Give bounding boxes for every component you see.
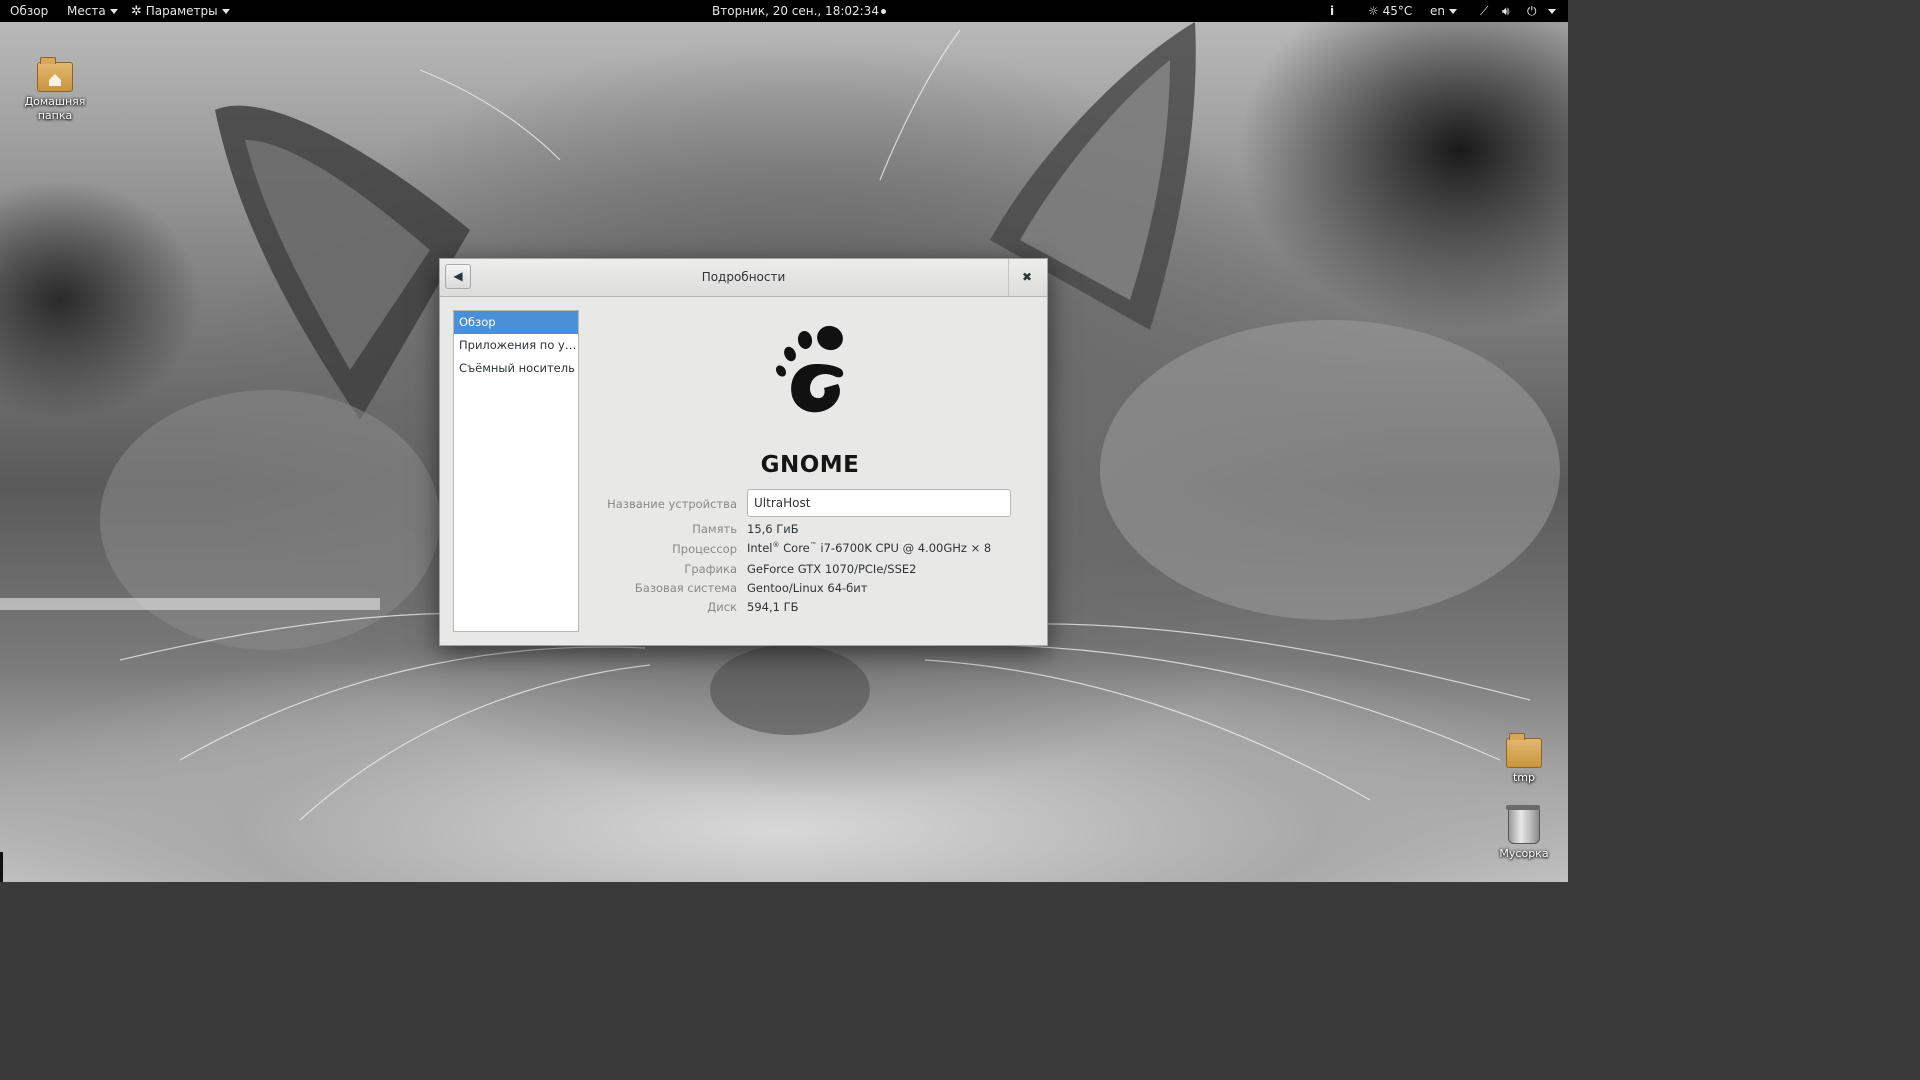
chevron-down-icon (221, 9, 230, 14)
disk-label: Диск (707, 600, 737, 614)
gnome-foot-logo-icon (775, 325, 844, 413)
window-header[interactable]: Подробности ◀ ✖ (440, 259, 1047, 297)
disk-value: 594,1 ГБ (747, 600, 799, 614)
power-icon[interactable]: ⏻ (1527, 0, 1537, 22)
clock-label: Вторник, 20 сен., 18:02:34 (712, 4, 879, 18)
close-button[interactable]: ✖ (1016, 266, 1038, 288)
system-menu-chevron-down-icon[interactable] (1548, 9, 1556, 14)
temperature-label: 45°C (1382, 4, 1413, 18)
temperature-sensor-icon: ☼ (1368, 4, 1379, 18)
sidebar-item-removable-media[interactable]: Съёмный носитель (454, 357, 578, 380)
sidebar-item-overview[interactable]: Обзор (454, 311, 578, 334)
desktop-icon-label: Домашняя папка (24, 95, 86, 122)
settings-menu-label: Параметры (145, 4, 218, 18)
details-window: Подробности ◀ ✖ Обзор Приложения по умол… (439, 258, 1048, 646)
processor-model: i7-6700K CPU @ 4.00GHz × 8 (816, 541, 992, 555)
activities-button[interactable]: Обзор (10, 0, 48, 22)
device-name-field[interactable] (747, 489, 1011, 517)
places-menu-label: Места (67, 4, 106, 18)
graphics-label: Графика (684, 562, 737, 576)
chevron-down-icon (1449, 9, 1457, 14)
graphics-value: GeForce GTX 1070/PCIe/SSE2 (747, 562, 917, 576)
window-title: Подробности (701, 270, 786, 284)
gnome-logo-text: GNOME (760, 452, 860, 478)
processor-family: Core (779, 541, 810, 555)
keyboard-layout-menu[interactable]: en (1430, 0, 1457, 22)
desktop-icon-label: Мусорка (1499, 847, 1549, 860)
tools-icon: ✲ (131, 4, 142, 19)
sidebar: Обзор Приложения по умолчанию Съёмный но… (453, 310, 579, 632)
memory-label: Память (692, 522, 737, 536)
close-icon: ✖ (1021, 270, 1033, 284)
top-bar: Обзор Места ✲ Параметры Вторник, 20 сен.… (0, 0, 1568, 22)
places-menu[interactable]: Места (67, 0, 118, 22)
desktop-icon-label: tmp (1512, 771, 1535, 784)
home-folder-icon (37, 57, 73, 92)
sidebar-item-default-apps[interactable]: Приложения по умолчанию (454, 334, 578, 357)
keyboard-layout-label: en (1430, 4, 1445, 18)
os-type-value: Gentoo/Linux 64-бит (747, 581, 868, 595)
processor-brand: Intel (747, 541, 773, 555)
folder-icon (1506, 733, 1542, 768)
device-name-label: Название устройства (607, 497, 737, 511)
overview-panel: GNOME Версия 3.22.0 Название устройства … (580, 297, 1047, 644)
trademark-mark: ™ (809, 541, 817, 550)
temperature-indicator[interactable]: ☼ 45°C (1368, 0, 1412, 22)
back-arrow-icon: ◀ (453, 269, 463, 283)
header-separator (1008, 259, 1009, 296)
os-type-label: Базовая система (634, 581, 737, 595)
chevron-down-icon (109, 9, 118, 14)
back-button[interactable]: ◀ (445, 264, 471, 289)
info-icon[interactable]: i (1330, 0, 1334, 22)
volume-icon[interactable]: 🔊︎ (1502, 0, 1510, 22)
desktop-icon-tmp[interactable]: tmp (1496, 733, 1552, 785)
processor-value: Intel® Core™ i7-6700K CPU @ 4.00GHz × 8 (747, 541, 991, 555)
desktop-icon-home[interactable]: Домашняя папка (18, 57, 92, 123)
notification-dot-icon (880, 9, 886, 14)
clock[interactable]: Вторник, 20 сен., 18:02:34 (712, 0, 886, 22)
desktop-icon-trash[interactable]: Мусорка (1492, 805, 1556, 861)
settings-menu[interactable]: ✲ Параметры (131, 0, 230, 22)
screen-edge (0, 852, 3, 882)
memory-value: 15,6 ГиБ (747, 522, 799, 536)
processor-label: Процессор (672, 542, 737, 556)
network-icon[interactable]: ⟋ (1480, 0, 1488, 22)
trash-icon (1506, 805, 1540, 844)
